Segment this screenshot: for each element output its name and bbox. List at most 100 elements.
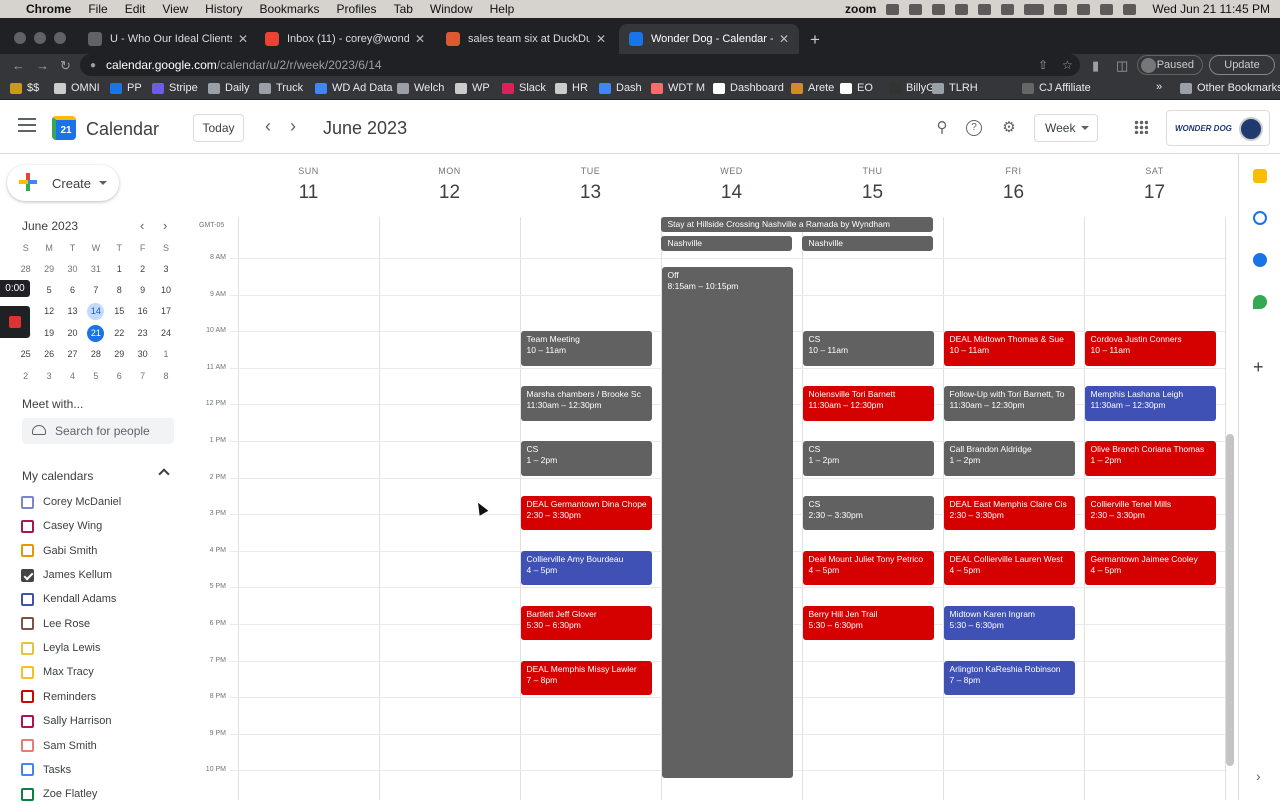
calendar-event[interactable]: Follow-Up with Tori Barnett, To 11:30am –… — [943, 386, 1075, 421]
bookmarks-overflow-icon[interactable]: » — [1156, 81, 1162, 93]
all-day-event[interactable]: Nashville — [660, 236, 792, 251]
app-name[interactable]: Chrome — [26, 2, 71, 16]
bookmark-item[interactable]: Slack — [502, 82, 546, 94]
calendar-event[interactable]: Bartlett Jeff Glover 5:30 – 6:30pm — [520, 605, 652, 641]
calendar-checkbox[interactable] — [21, 665, 34, 679]
calendar-list-item[interactable]: Max Tracy — [21, 662, 94, 682]
bookmark-star-icon[interactable]: ☆ — [1062, 58, 1073, 72]
day-date[interactable]: 14 — [661, 182, 802, 204]
browser-tab[interactable]: Inbox (11) - corey@wonderdog ✕ — [255, 24, 435, 54]
bookmark-item[interactable]: HR — [555, 82, 588, 94]
calendar-event[interactable]: Deal Mount Juliet Tony Petrico 4 – 5pm — [802, 550, 934, 586]
bookmark-item[interactable]: Dash — [599, 82, 642, 94]
mini-next-month-icon[interactable]: › — [163, 218, 167, 233]
day-date[interactable]: 16 — [943, 182, 1084, 204]
record-stop-button[interactable] — [0, 306, 30, 338]
bookmark-item[interactable]: Stripe — [152, 82, 198, 94]
mini-day[interactable]: 20 — [61, 325, 84, 342]
calendar-checkbox[interactable] — [21, 714, 34, 728]
mini-day[interactable]: 30 — [131, 346, 154, 363]
mini-day[interactable]: 29 — [108, 346, 131, 363]
calendar-list-item[interactable]: Zoe Flatley — [21, 784, 97, 804]
calendar-event[interactable]: DEAL Midtown Thomas & Sue 10 – 11am — [943, 331, 1075, 366]
mini-day[interactable]: 7 — [131, 368, 154, 385]
mini-day[interactable]: 8 — [154, 368, 177, 385]
search-icon[interactable]: ⚲ — [934, 120, 950, 136]
search-people-input[interactable]: Search for people — [22, 418, 174, 444]
address-bar[interactable]: ● calendar.google.com /calendar/u/2/r/we… — [80, 54, 1080, 76]
siri-icon[interactable] — [1123, 3, 1137, 15]
expand-panel-icon[interactable]: › — [1256, 768, 1261, 784]
keep-icon[interactable] — [1253, 169, 1267, 183]
mini-day[interactable]: 6 — [108, 368, 131, 385]
reload-icon[interactable]: ↻ — [60, 58, 71, 74]
calendar-list-item[interactable]: Casey Wing — [21, 516, 102, 536]
calendar-event[interactable]: CS 1 – 2pm — [520, 441, 652, 476]
previous-week-icon[interactable]: ‹ — [265, 116, 271, 137]
menu-profiles[interactable]: Profiles — [337, 2, 377, 16]
calendar-event[interactable]: Collierville Amy Bourdeau 4 – 5pm — [520, 550, 652, 586]
mini-day[interactable]: 28 — [84, 346, 107, 363]
menu-view[interactable]: View — [162, 2, 188, 16]
my-calendars-heading[interactable]: My calendars — [22, 469, 93, 483]
calendar-list-item[interactable]: Tasks — [21, 760, 71, 780]
calendar-list-item[interactable]: Lee Rose — [21, 614, 90, 634]
control-center-icon[interactable] — [1100, 3, 1114, 15]
calendar-list-item[interactable]: Reminders — [21, 687, 96, 707]
menu-bookmarks[interactable]: Bookmarks — [260, 2, 320, 16]
calendar-event[interactable]: Memphis Lashana Leigh 11:30am – 12:30pm — [1084, 386, 1216, 421]
mini-day[interactable]: 30 — [61, 261, 84, 278]
mini-day[interactable]: 7 — [84, 282, 107, 299]
bookmark-item[interactable]: WD Ad Data — [315, 82, 393, 94]
settings-gear-icon[interactable]: ⚙ — [1001, 120, 1017, 136]
menu-window[interactable]: Window — [430, 2, 473, 16]
day-date[interactable]: 15 — [802, 182, 943, 204]
battery-icon[interactable] — [1024, 3, 1045, 15]
mini-day[interactable]: 28 — [14, 261, 37, 278]
back-icon[interactable]: ← — [12, 58, 25, 73]
bookmark-item[interactable]: CJ Affiliate — [1022, 82, 1091, 94]
mini-day[interactable]: 14 — [84, 303, 107, 321]
menu-edit[interactable]: Edit — [125, 2, 146, 16]
next-week-icon[interactable]: › — [290, 116, 296, 137]
calendar-event[interactable]: Berry Hill Jen Trail 5:30 – 6:30pm — [802, 605, 934, 641]
share-icon[interactable]: ⇧ — [1038, 58, 1048, 72]
calendar-list-item[interactable]: Kendall Adams — [21, 589, 116, 609]
close-tab-icon[interactable]: ✕ — [596, 32, 606, 46]
calendar-event[interactable]: Germantown Jaimee Cooley 4 – 5pm — [1084, 550, 1216, 586]
bookmark-item[interactable]: Welch — [397, 82, 444, 94]
mini-day[interactable]: 1 — [108, 261, 131, 278]
menu-history[interactable]: History — [205, 2, 242, 16]
mini-day[interactable]: 3 — [37, 368, 60, 385]
maximize-window-button[interactable] — [54, 32, 66, 44]
day-header[interactable]: SUN 11 — [238, 166, 379, 204]
mini-day[interactable]: 2 — [131, 261, 154, 278]
bookmark-item[interactable]: BillyG — [889, 82, 935, 94]
close-window-button[interactable] — [14, 32, 26, 44]
bookmark-item[interactable]: WDT M — [651, 82, 705, 94]
scrollbar[interactable] — [1226, 434, 1234, 766]
profile-paused-button[interactable]: Paused — [1137, 55, 1203, 75]
day-date[interactable]: 13 — [520, 182, 661, 204]
calendar-checkbox[interactable] — [21, 544, 34, 558]
calendar-event[interactable]: DEAL Memphis Missy Lawler 7 – 8pm — [520, 660, 652, 696]
mini-day[interactable]: 2 — [14, 368, 37, 385]
all-day-event[interactable]: Nashville — [801, 236, 933, 251]
calendar-checkbox[interactable] — [21, 592, 34, 606]
day-date[interactable]: 12 — [379, 182, 520, 204]
calendar-list-item[interactable]: James Kellum — [21, 565, 112, 585]
mini-day[interactable]: 25 — [14, 346, 37, 363]
mini-day[interactable]: 27 — [61, 346, 84, 363]
bookmark-item[interactable]: OMNI — [54, 82, 100, 94]
menu-tab[interactable]: Tab — [394, 2, 413, 16]
mini-day[interactable]: 3 — [154, 261, 177, 278]
calendar-event[interactable]: DEAL East Memphis Claire Cis 2:30 – 3:30p… — [943, 495, 1075, 531]
bookmark-item[interactable]: Truck — [259, 82, 303, 94]
mini-day[interactable]: 5 — [84, 368, 107, 385]
mini-day[interactable]: 10 — [154, 282, 177, 299]
wifi-icon[interactable] — [1054, 3, 1068, 15]
menu-help[interactable]: Help — [490, 2, 515, 16]
day-header[interactable]: WED 14 — [661, 166, 802, 204]
add-addon-icon[interactable]: + — [1253, 357, 1264, 378]
minimize-window-button[interactable] — [34, 32, 46, 44]
